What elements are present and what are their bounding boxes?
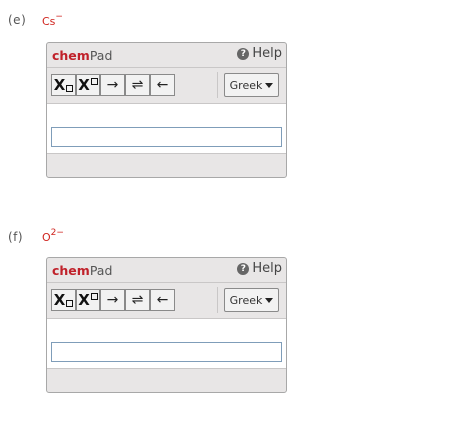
greek-dropdown[interactable]: Greek: [224, 73, 279, 97]
chevron-down-icon: [265, 297, 274, 303]
subscript-label: X: [53, 291, 66, 309]
superscript-box-icon: [90, 292, 98, 300]
chempad-logo: chemPad: [52, 263, 112, 278]
toolbar-divider: [217, 72, 218, 98]
chempad-input-area: [47, 104, 286, 154]
answer-input[interactable]: [51, 342, 282, 362]
help-circle-icon: ?: [237, 262, 250, 275]
formula-base: Cs: [42, 15, 56, 28]
answer-input[interactable]: [51, 127, 282, 147]
greek-label: Greek: [229, 293, 263, 307]
subscript-button[interactable]: X: [51, 74, 76, 96]
help-button[interactable]: ? Help: [237, 46, 282, 61]
question-label: (f): [8, 230, 24, 244]
chevron-down-icon: [265, 82, 274, 88]
right-arrow-button[interactable]: →: [100, 74, 125, 96]
superscript-label: X: [78, 76, 90, 94]
greek-dropdown[interactable]: Greek: [224, 288, 279, 312]
brand-suffix: Pad: [89, 48, 113, 63]
question-formula: O2−: [42, 228, 64, 244]
chempad-logo: chemPad: [52, 48, 112, 63]
chempad-toolbar: X X → ⇌ ← Greek: [47, 283, 286, 319]
right-arrow-icon: →: [106, 77, 119, 93]
brand-prefix: chem: [52, 48, 90, 63]
help-circle-icon: ?: [237, 47, 250, 60]
equilibrium-arrow-icon: ⇌: [131, 292, 144, 308]
chempad-widget: chemPad ? Help X X → ⇌ ← Greek: [46, 257, 287, 393]
left-arrow-button[interactable]: ←: [150, 289, 175, 311]
greek-label: Greek: [229, 78, 263, 92]
help-label: Help: [252, 261, 282, 276]
brand-suffix: Pad: [89, 263, 113, 278]
chempad-input-area: [47, 319, 286, 369]
left-arrow-icon: ←: [156, 77, 169, 93]
left-arrow-icon: ←: [156, 292, 169, 308]
equilibrium-arrow-button[interactable]: ⇌: [125, 289, 150, 311]
subscript-box-icon: [66, 300, 74, 307]
chempad-widget: chemPad ? Help X X → ⇌ ← Greek: [46, 42, 287, 178]
equilibrium-arrow-icon: ⇌: [131, 77, 144, 93]
help-button[interactable]: ? Help: [237, 261, 282, 276]
superscript-box-icon: [90, 77, 98, 85]
left-arrow-button[interactable]: ←: [150, 74, 175, 96]
superscript-button[interactable]: X: [76, 74, 100, 96]
right-arrow-icon: →: [106, 292, 119, 308]
chempad-toolbar: X X → ⇌ ← Greek: [47, 68, 286, 104]
equilibrium-arrow-button[interactable]: ⇌: [125, 74, 150, 96]
help-label: Help: [252, 46, 282, 61]
question-formula: Cs−: [42, 12, 63, 28]
toolbar-divider: [217, 287, 218, 313]
subscript-button[interactable]: X: [51, 289, 76, 311]
brand-prefix: chem: [52, 263, 90, 278]
subscript-box-icon: [66, 85, 74, 92]
right-arrow-button[interactable]: →: [100, 289, 125, 311]
question-label: (e): [8, 13, 27, 27]
superscript-button[interactable]: X: [76, 289, 100, 311]
chempad-header: chemPad ? Help: [47, 43, 286, 68]
chempad-header: chemPad ? Help: [47, 258, 286, 283]
subscript-label: X: [53, 76, 66, 94]
formula-base: O: [42, 231, 51, 244]
superscript-label: X: [78, 291, 90, 309]
formula-charge: −: [55, 12, 63, 23]
formula-charge: 2−: [50, 228, 64, 239]
